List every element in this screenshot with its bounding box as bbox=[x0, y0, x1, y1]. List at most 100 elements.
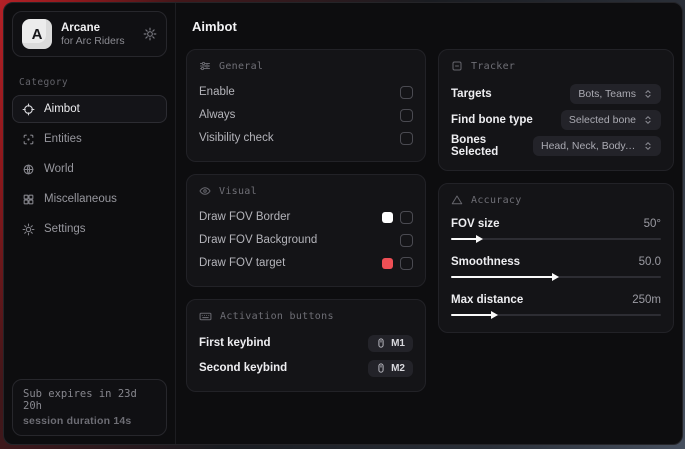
tracker-label: Bones Selected bbox=[451, 134, 533, 158]
dropdown-value: Selected bone bbox=[569, 114, 636, 126]
sidebar-item-aimbot[interactable]: Aimbot bbox=[12, 95, 167, 123]
eye-icon bbox=[199, 185, 211, 197]
session-duration-text: session duration 14s bbox=[23, 415, 156, 427]
visual-card-header: Visual bbox=[199, 185, 413, 197]
setting-row-fov-background: Draw FOV Background bbox=[199, 229, 413, 251]
page-title: Aimbot bbox=[192, 19, 674, 34]
fov-size-slider[interactable] bbox=[451, 234, 661, 244]
visual-card: Visual Draw FOV Border Draw FOV Backgrou… bbox=[186, 174, 426, 287]
bones-selected-dropdown[interactable]: Head, Neck, Body, Fe... bbox=[533, 136, 661, 156]
setting-label: Draw FOV target bbox=[199, 257, 285, 269]
tracker-card: Tracker Targets Bots, Teams bbox=[438, 49, 674, 171]
sub-expiry-text: Sub expires in 23d 20h bbox=[23, 388, 156, 412]
color-swatch[interactable] bbox=[382, 258, 393, 269]
slider-row-fov-size: FOV size 50° bbox=[451, 215, 661, 244]
enable-checkbox[interactable] bbox=[400, 86, 413, 99]
keybind-row-first: First keybind M1 bbox=[199, 332, 413, 354]
tracker-label: Targets bbox=[451, 88, 492, 100]
targets-dropdown[interactable]: Bots, Teams bbox=[570, 84, 661, 104]
card-title: General bbox=[219, 61, 263, 72]
scan-icon bbox=[22, 133, 35, 146]
slider-label: Smoothness bbox=[451, 256, 520, 268]
setting-row-fov-border: Draw FOV Border bbox=[199, 206, 413, 228]
brand-card: A Arcane for Arc Riders bbox=[12, 11, 167, 57]
gear-icon[interactable] bbox=[143, 27, 157, 41]
setting-row-visibility-check: Visibility check bbox=[199, 127, 413, 149]
color-swatch[interactable] bbox=[382, 212, 393, 223]
fov-border-checkbox[interactable] bbox=[400, 211, 413, 224]
sidebar-item-world[interactable]: World bbox=[12, 155, 167, 183]
crosshair-icon bbox=[22, 103, 35, 116]
chevrons-up-down-icon bbox=[643, 141, 653, 151]
slider-thumb[interactable] bbox=[491, 311, 498, 319]
sidebar-item-miscellaneous[interactable]: Miscellaneous bbox=[12, 185, 167, 213]
sidebar: A Arcane for Arc Riders Category bbox=[4, 3, 176, 444]
slider-thumb[interactable] bbox=[552, 273, 559, 281]
second-keybind-button[interactable]: M2 bbox=[368, 360, 413, 377]
globe-icon bbox=[22, 163, 35, 176]
setting-label: Always bbox=[199, 109, 235, 121]
accuracy-card: Accuracy FOV size 50° bbox=[438, 183, 674, 333]
slider-fill bbox=[451, 314, 493, 316]
smoothness-slider[interactable] bbox=[451, 272, 661, 282]
activation-card-header: Activation buttons bbox=[199, 310, 413, 323]
dropdown-value: Head, Neck, Body, Fe... bbox=[541, 140, 636, 152]
main-content: Aimbot General bbox=[176, 3, 682, 444]
card-title: Activation buttons bbox=[220, 311, 334, 322]
slider-value: 50° bbox=[644, 218, 661, 230]
sidebar-menu: Aimbot Entities World bbox=[4, 95, 175, 243]
slider-thumb[interactable] bbox=[476, 235, 483, 243]
sidebar-item-label: Settings bbox=[44, 223, 86, 235]
keybind-row-second: Second keybind M2 bbox=[199, 357, 413, 379]
triangle-icon bbox=[451, 194, 463, 206]
setting-label: Visibility check bbox=[199, 132, 274, 144]
tracker-row-bones-selected: Bones Selected Head, Neck, Body, Fe... bbox=[451, 133, 661, 158]
keybind-value: M1 bbox=[391, 338, 405, 349]
sidebar-item-settings[interactable]: Settings bbox=[12, 215, 167, 243]
brand-subtitle: for Arc Riders bbox=[61, 35, 125, 47]
sidebar-item-label: Aimbot bbox=[44, 103, 80, 115]
box-minus-icon bbox=[451, 60, 463, 72]
keybind-value: M2 bbox=[391, 363, 405, 374]
card-title: Tracker bbox=[471, 61, 515, 72]
dropdown-value: Bots, Teams bbox=[578, 88, 636, 100]
fov-background-checkbox[interactable] bbox=[400, 234, 413, 247]
max-distance-slider[interactable] bbox=[451, 310, 661, 320]
grid-icon bbox=[22, 193, 35, 206]
accuracy-card-header: Accuracy bbox=[451, 194, 661, 206]
slider-row-smoothness: Smoothness 50.0 bbox=[451, 253, 661, 282]
mouse-icon bbox=[376, 338, 386, 348]
right-column: Tracker Targets Bots, Teams bbox=[438, 49, 674, 333]
slider-label: Max distance bbox=[451, 294, 523, 306]
find-bone-type-dropdown[interactable]: Selected bone bbox=[561, 110, 661, 130]
setting-row-fov-target: Draw FOV target bbox=[199, 252, 413, 274]
visibility-check-checkbox[interactable] bbox=[400, 132, 413, 145]
mouse-icon bbox=[376, 363, 386, 373]
tracker-row-find-bone-type: Find bone type Selected bone bbox=[451, 107, 661, 132]
fov-target-checkbox[interactable] bbox=[400, 257, 413, 270]
brand-title: Arcane bbox=[61, 22, 125, 34]
slider-fill bbox=[451, 238, 478, 240]
setting-row-enable: Enable bbox=[199, 81, 413, 103]
slider-value: 250m bbox=[632, 294, 661, 306]
sidebar-item-entities[interactable]: Entities bbox=[12, 125, 167, 153]
slider-value: 50.0 bbox=[639, 256, 661, 268]
gear-icon bbox=[22, 223, 35, 236]
setting-label: Enable bbox=[199, 86, 235, 98]
sidebar-item-label: Miscellaneous bbox=[44, 193, 117, 205]
tracker-card-header: Tracker bbox=[451, 60, 661, 72]
first-keybind-button[interactable]: M1 bbox=[368, 335, 413, 352]
chevrons-up-down-icon bbox=[643, 89, 653, 99]
app-window: A Arcane for Arc Riders Category bbox=[3, 2, 683, 445]
keyboard-icon bbox=[199, 310, 212, 323]
card-title: Visual bbox=[219, 186, 257, 197]
slider-row-max-distance: Max distance 250m bbox=[451, 291, 661, 320]
setting-label: Draw FOV Background bbox=[199, 234, 317, 246]
left-column: General Enable Always Visibility check bbox=[186, 49, 426, 392]
sidebar-item-label: World bbox=[44, 163, 74, 175]
general-card: General Enable Always Visibility check bbox=[186, 49, 426, 162]
sidebar-item-label: Entities bbox=[44, 133, 82, 145]
card-title: Accuracy bbox=[471, 195, 522, 206]
always-checkbox[interactable] bbox=[400, 109, 413, 122]
setting-row-always: Always bbox=[199, 104, 413, 126]
